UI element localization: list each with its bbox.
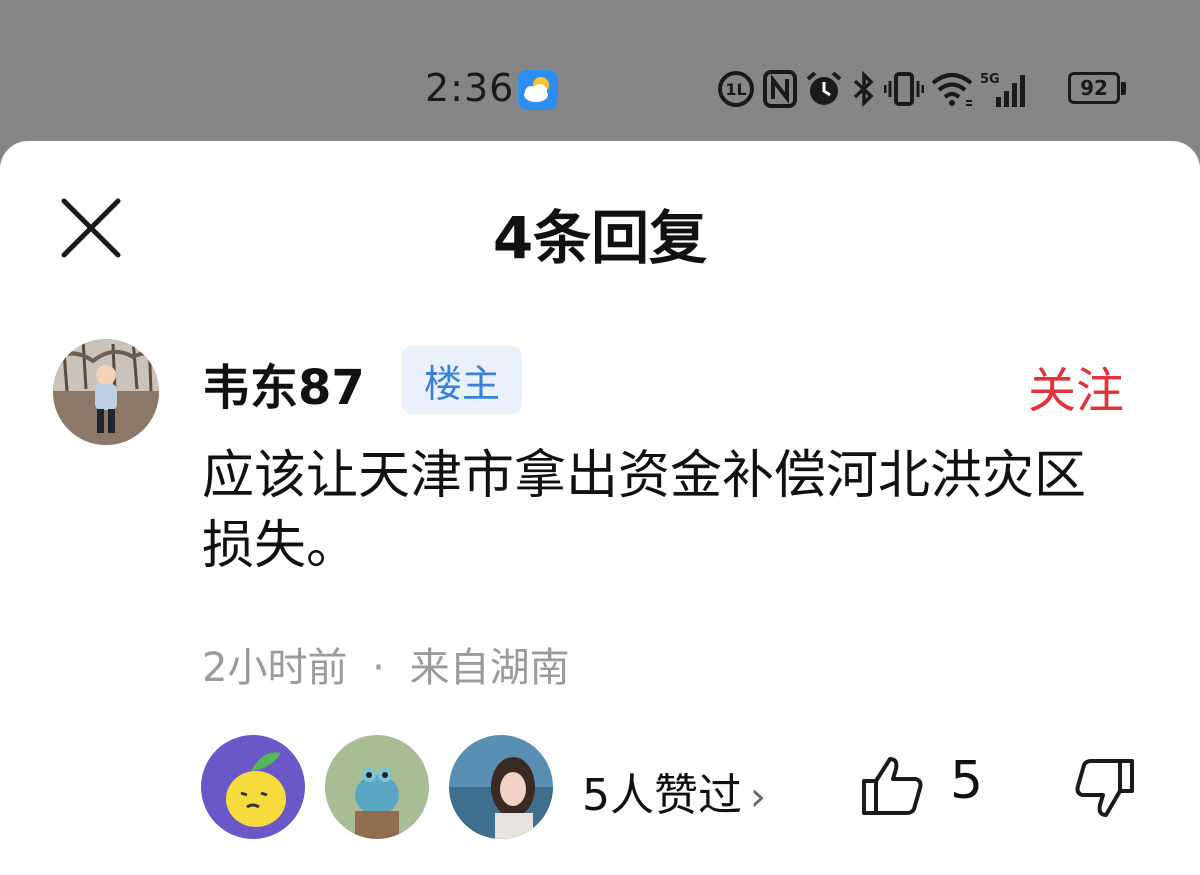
bluetooth-icon <box>853 70 874 108</box>
comment-text[interactable]: 应该让天津市拿出资金补偿河北洪灾区损失。 <box>202 441 1122 581</box>
liker-avatar[interactable] <box>201 735 305 839</box>
comment-meta: 2小时前 · 来自湖南 <box>202 635 570 693</box>
sheet-title: 4条回复 <box>492 204 708 272</box>
comment-time: 2小时前 <box>202 645 348 691</box>
battery-icon: 92 <box>1068 72 1126 106</box>
vibrate-icon <box>884 72 924 106</box>
chevron-right-icon: › <box>750 774 766 820</box>
meta-separator: · <box>372 645 385 691</box>
username[interactable]: 韦东87 <box>202 348 365 418</box>
wifi-icon <box>931 73 973 106</box>
op-badge: 楼主 <box>402 346 522 414</box>
dislike-button[interactable] <box>1072 755 1138 821</box>
replies-sheet: 4条回复 韦东87 楼主 关注 应该让天津市拿出资金补偿河北洪灾区损失。 2小时… <box>0 141 1200 875</box>
battery-level: 92 <box>1068 72 1120 104</box>
alarm-icon <box>806 71 842 105</box>
status-bar: 2:36 1L 5G 92 <box>0 0 1200 140</box>
likers-text: 5人赞过 <box>582 770 742 821</box>
weather-icon <box>518 70 558 110</box>
svg-text:5G: 5G <box>980 72 1000 87</box>
avatar[interactable] <box>53 339 159 445</box>
status-time: 2:36 <box>425 66 515 110</box>
comment-location: 来自湖南 <box>409 645 570 691</box>
follow-button[interactable]: 关注 <box>1028 351 1124 421</box>
thumbs-down-icon <box>1075 759 1134 817</box>
status-icons: 1L 5G <box>716 66 1030 112</box>
svg-text:1L: 1L <box>725 80 746 99</box>
data-saver-icon: 1L <box>718 71 754 107</box>
liker-avatar[interactable] <box>325 735 429 839</box>
thumbs-up-icon <box>862 757 923 815</box>
nfc-icon <box>763 70 797 108</box>
like-count: 5 <box>950 751 984 811</box>
signal-icon: 5G <box>980 72 1025 107</box>
likers-link[interactable]: 5人赞过 › <box>582 759 766 823</box>
liker-avatar[interactable] <box>449 735 553 839</box>
like-button[interactable] <box>860 755 926 817</box>
